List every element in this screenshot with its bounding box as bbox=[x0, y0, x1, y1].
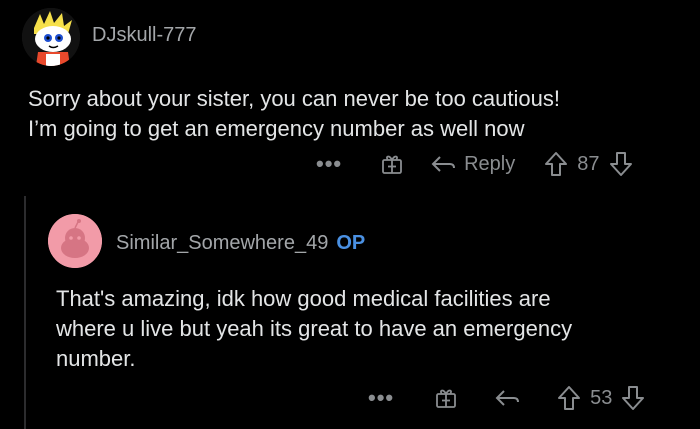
reply-button[interactable] bbox=[494, 387, 520, 409]
user-avatar[interactable] bbox=[22, 8, 80, 66]
more-options-button[interactable]: ••• bbox=[368, 387, 394, 409]
username-text: Similar_Somewhere_49 bbox=[116, 232, 329, 254]
arrow-down-icon bbox=[622, 386, 645, 410]
gift-box-icon bbox=[382, 155, 403, 174]
upvote-button[interactable] bbox=[556, 385, 582, 411]
comment-body-line: where u live but yeah its great to have … bbox=[56, 316, 573, 341]
arrow-up-icon bbox=[558, 386, 581, 410]
comment-body-line: number. bbox=[56, 346, 136, 371]
comment-body-line: Sorry about your sister, you can never b… bbox=[28, 86, 560, 111]
vote-score: 87 bbox=[577, 152, 600, 175]
snoo-avatar-icon bbox=[22, 8, 80, 66]
award-button[interactable] bbox=[434, 386, 458, 410]
comment-actions: ••• 53 bbox=[368, 384, 646, 412]
thread-line bbox=[24, 196, 26, 429]
comment-actions: ••• Reply 87 bbox=[316, 150, 634, 178]
award-button[interactable] bbox=[380, 152, 404, 176]
arrow-down-icon bbox=[609, 152, 632, 176]
vote-score: 53 bbox=[590, 386, 613, 409]
comment-body: Sorry about your sister, you can never b… bbox=[28, 84, 560, 144]
reply-arrow-icon bbox=[431, 156, 456, 172]
comment-username[interactable]: DJskull-777 bbox=[92, 24, 196, 47]
comment-body-line: I’m going to get an emergency number as … bbox=[28, 116, 525, 141]
op-badge: OP bbox=[336, 232, 366, 254]
gift-box-icon bbox=[436, 389, 457, 408]
comment-username[interactable]: Similar_Somewhere_49 OP bbox=[116, 232, 365, 255]
default-snoo-avatar-icon bbox=[48, 214, 102, 268]
reply-button[interactable]: Reply bbox=[430, 153, 515, 176]
arrow-up-icon bbox=[545, 152, 568, 176]
reply-arrow-icon bbox=[495, 390, 520, 406]
comment-body-line: That's amazing, idk how good medical fac… bbox=[56, 286, 551, 311]
downvote-button[interactable] bbox=[620, 385, 646, 411]
comment-body: That's amazing, idk how good medical fac… bbox=[56, 284, 572, 374]
reply-label: Reply bbox=[464, 152, 516, 175]
downvote-button[interactable] bbox=[608, 151, 634, 177]
more-options-button[interactable]: ••• bbox=[316, 153, 342, 175]
upvote-button[interactable] bbox=[543, 151, 569, 177]
user-avatar[interactable] bbox=[48, 214, 102, 268]
